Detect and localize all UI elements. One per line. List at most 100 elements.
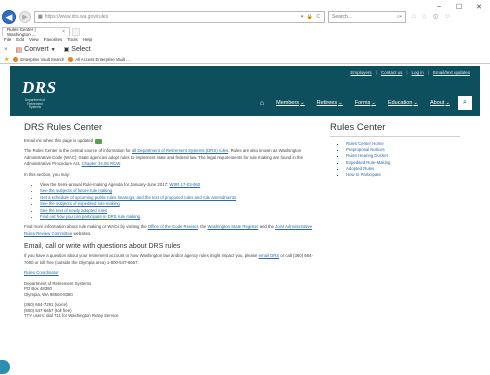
- menu-tools[interactable]: Tools: [67, 37, 78, 44]
- participate-link[interactable]: Find out how you can participate in DRS …: [40, 214, 140, 219]
- adopted-rules-link[interactable]: See the text of newly adopted rules: [40, 208, 107, 213]
- vault-icon: [13, 56, 19, 62]
- nav-about[interactable]: About ⌄: [430, 100, 450, 106]
- email-drs-link[interactable]: email DRS: [259, 253, 280, 258]
- pdf-toolbar: × ▤ Convert ▼ ▣ Select: [4, 45, 91, 54]
- all-rules-link[interactable]: all Department of Retirement Systems (DR…: [132, 148, 228, 153]
- nav-education[interactable]: Education ⌄: [388, 100, 418, 106]
- select-label: Select: [71, 46, 91, 53]
- contact-paragraph: If you have a question about your retire…: [24, 253, 314, 266]
- find-more-text-3: and the: [258, 224, 276, 230]
- intro-text: The Rules Center is the central source o…: [24, 148, 132, 154]
- chevron-down-icon: ⌄: [413, 100, 419, 106]
- sidebar-title: Rules Center: [330, 122, 386, 133]
- corner-decoration: [0, 360, 10, 374]
- vault-icon: [68, 56, 74, 62]
- email-icon[interactable]: [95, 138, 103, 144]
- favorite-label: Enterprise Vault Search: [20, 56, 65, 62]
- menu-view[interactable]: View: [29, 37, 39, 44]
- find-more-text-2: , the: [197, 224, 208, 230]
- list-item-text: View the Semi-annual Rule-making Agenda …: [40, 182, 170, 188]
- intro-text-3: .: [120, 161, 122, 167]
- code-reviser-link[interactable]: Office of the Code Reviser: [148, 224, 198, 229]
- chevron-down-icon: ⌄: [445, 100, 450, 106]
- nav-label: Members: [276, 100, 300, 106]
- rules-coordinator-link[interactable]: Rules Coordinator: [24, 270, 59, 275]
- tab-rules-center[interactable]: Rules Center | Washington ... ×: [2, 27, 70, 37]
- chevron-down-icon: ⌄: [338, 100, 343, 106]
- address-tools-icon[interactable]: ▾ 🔒 C: [301, 14, 321, 20]
- search-input[interactable]: Search... ⌕▾: [328, 11, 406, 23]
- rcw-link[interactable]: Chapter 34.05 RCW: [82, 161, 120, 166]
- nav-forms[interactable]: Forms ⌄: [355, 100, 376, 106]
- nav-label: Education: [387, 100, 413, 106]
- tab-close-icon[interactable]: ×: [62, 29, 65, 35]
- hearings-schedule-link[interactable]: Get a schedule of upcoming public rules …: [40, 195, 236, 200]
- select-icon: ▣: [63, 47, 70, 53]
- address-bar[interactable]: ▦ https://www.drs.wa.gov/rules ▾ 🔒 C: [34, 11, 325, 23]
- util-link-login[interactable]: Log in: [412, 70, 424, 75]
- back-icon[interactable]: ◀: [2, 10, 16, 24]
- state-register-link[interactable]: Washington State Register: [207, 224, 258, 229]
- email-updates-line: Email me when this page is updated: [24, 138, 314, 144]
- settings-gear-icon[interactable]: ⚙: [433, 13, 439, 21]
- convert-button[interactable]: ▤ Convert ▼: [16, 46, 56, 54]
- close-toolbar-icon[interactable]: ×: [4, 47, 8, 53]
- address-row: ◀ ▶ ▦ https://www.drs.wa.gov/rules ▾ 🔒 C…: [2, 9, 488, 25]
- address-line: Olympia, WA 98504-8380: [24, 292, 73, 298]
- home-icon[interactable]: ⌂: [260, 100, 264, 107]
- util-link-email-updates[interactable]: Email/text updates: [433, 70, 470, 75]
- favorites-bar: ★ Enterprise Vault Search All Access Ent…: [4, 55, 130, 63]
- menu-edit[interactable]: Edit: [16, 37, 24, 44]
- favorite-all-access-vault[interactable]: All Access Enterprise Vault ...: [68, 56, 130, 62]
- chevron-down-icon: ⌄: [300, 100, 305, 106]
- nav-label: Retirees: [316, 100, 338, 106]
- forward-icon[interactable]: ▶: [19, 11, 31, 23]
- future-rule-making-link[interactable]: See the subjects of future rule making: [40, 188, 112, 193]
- coordinator-line: Rules Coordinator: [24, 270, 314, 276]
- favorites-icon[interactable]: ☆: [421, 13, 427, 21]
- chevron-down-icon: ▼: [50, 46, 56, 53]
- nav-retirees[interactable]: Retirees ⌄: [317, 100, 343, 106]
- new-tab-button[interactable]: [72, 28, 80, 36]
- search-icon[interactable]: ⌕▾: [397, 14, 402, 20]
- find-more-text: Find more information about rule making …: [24, 224, 148, 230]
- main-content: DRS Rules Center Email me when this page…: [24, 122, 314, 323]
- menu-bar: File Edit View Favorites Tools Help: [4, 37, 92, 44]
- sidebar: Rules Center Rules Center Home Prepropos…: [330, 122, 460, 178]
- util-link-employers[interactable]: Employers: [350, 70, 371, 75]
- page-icon: ▦: [38, 14, 43, 20]
- wsr-link[interactable]: WSR 17-03-060: [169, 182, 200, 187]
- favorite-enterprise-vault-search[interactable]: Enterprise Vault Search: [13, 56, 65, 62]
- smiley-icon[interactable]: ☺: [444, 13, 451, 21]
- favorites-star-icon: ★: [4, 56, 10, 63]
- search-placeholder: Search...: [332, 14, 353, 20]
- address-url: https://www.drs.wa.gov/rules: [44, 14, 109, 20]
- mailing-address: Department of Retirement Systems PO Box …: [24, 281, 314, 298]
- contact-text: If you have a question about your retire…: [24, 253, 259, 259]
- nav-members[interactable]: Members ⌄: [276, 100, 305, 106]
- menu-help[interactable]: Help: [83, 37, 92, 44]
- main-nav: ⌂ Members ⌄ Retirees ⌄ Forms ⌄ Education ⌄ A…: [260, 96, 472, 110]
- web-page: Employers | Contact us | Log in | Email/…: [10, 66, 480, 370]
- drs-logo[interactable]: DRS Department of Retirement Systems: [22, 78, 64, 110]
- contact-heading: Email, call or write with questions abou…: [24, 243, 181, 251]
- logo-subtitle: Department of Retirement Systems: [24, 98, 46, 110]
- expedited-rule-making-link[interactable]: See the subjects of expedited rule makin…: [40, 201, 120, 206]
- util-link-contact[interactable]: Contact us: [381, 70, 403, 75]
- email-updates-text: Email me when this page is updated: [24, 138, 94, 143]
- chevron-down-icon: ⌄: [371, 100, 376, 106]
- page-title: DRS Rules Center: [24, 122, 103, 133]
- select-button[interactable]: ▣ Select: [64, 46, 91, 53]
- convert-icon: ▤: [15, 46, 23, 54]
- menu-file[interactable]: File: [4, 37, 11, 44]
- menu-favorites[interactable]: Favorites: [44, 37, 63, 44]
- separator: |: [427, 70, 429, 75]
- list-item: Find out how you can participate in DRS …: [40, 214, 314, 220]
- sidebar-item-how-to-participate[interactable]: How to Participate: [346, 172, 460, 178]
- nav-label: About: [430, 100, 445, 106]
- tab-title: Rules Center | Washington ...: [7, 27, 36, 37]
- home-toolbar-icon[interactable]: ⌂: [412, 13, 416, 21]
- favorite-label: All Access Enterprise Vault ...: [75, 56, 130, 62]
- site-search-icon[interactable]: ⌕: [458, 96, 472, 110]
